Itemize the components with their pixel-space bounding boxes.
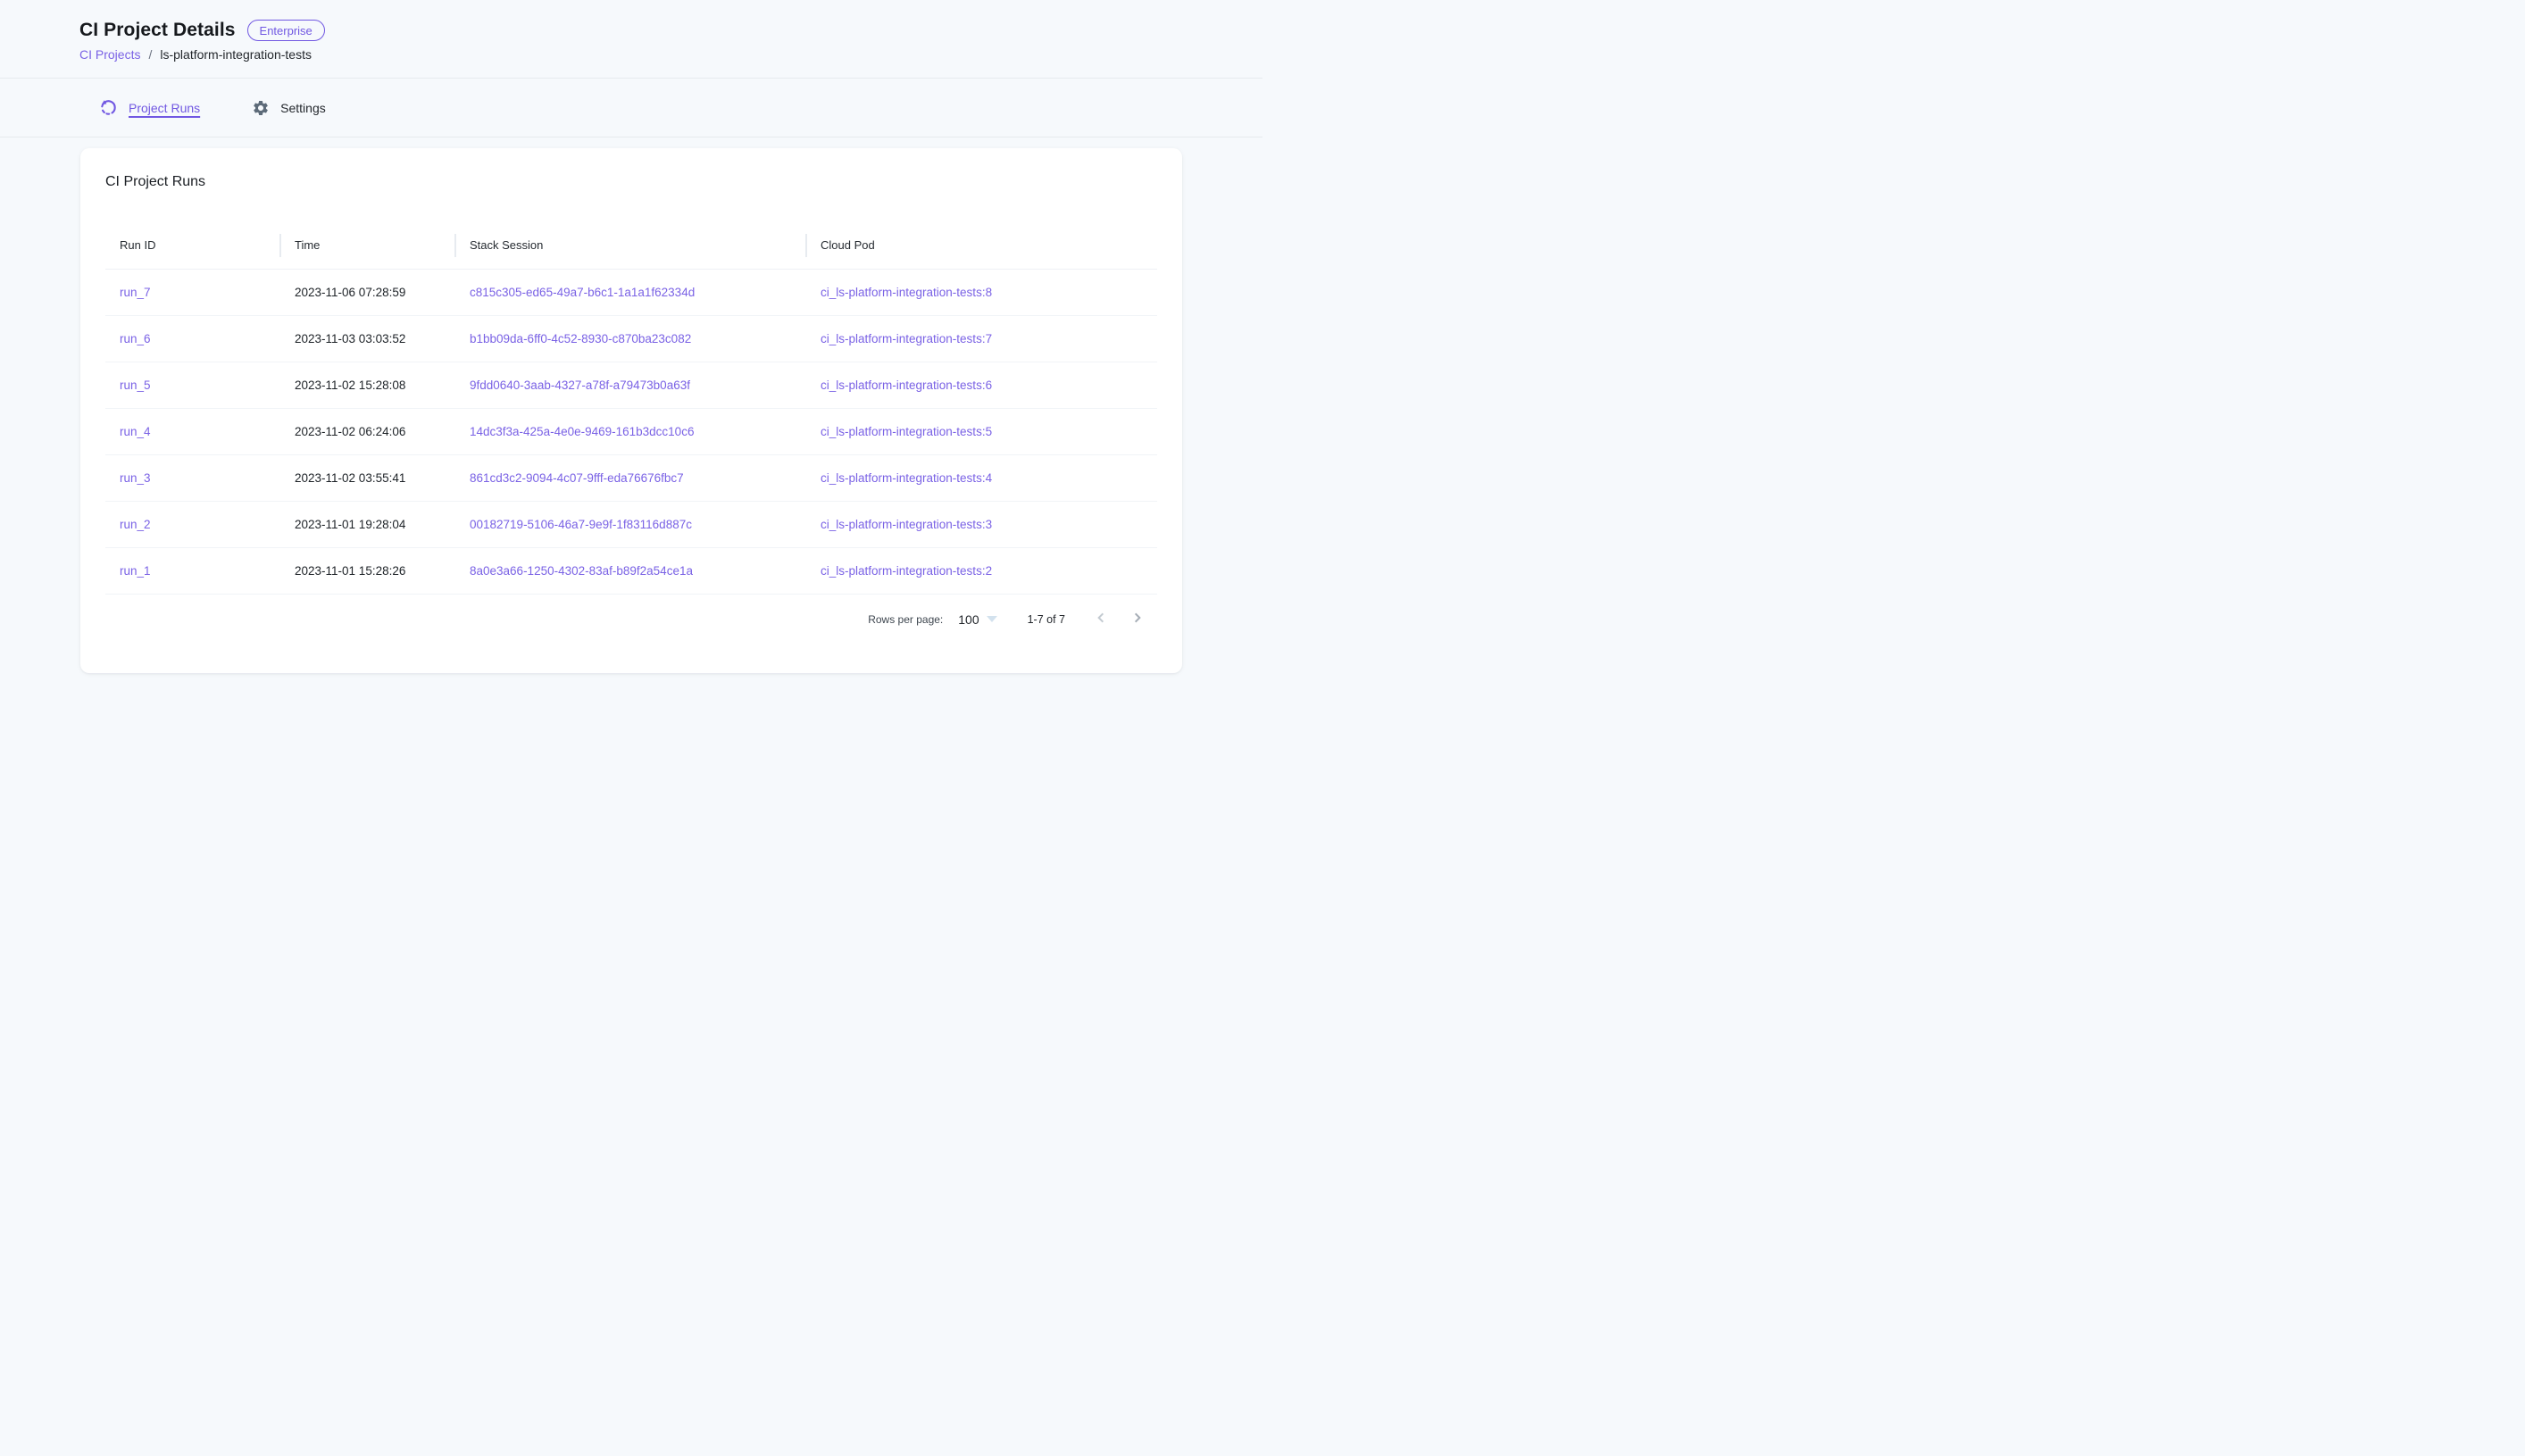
time-cell: 2023-11-02 03:55:41 — [280, 454, 455, 501]
stack-session-link[interactable]: b1bb09da-6ff0-4c52-8930-c870ba23c082 — [470, 332, 691, 345]
stack-session-link[interactable]: 9fdd0640-3aab-4327-a78f-a79473b0a63f — [470, 379, 690, 392]
stack-session-link[interactable]: 8a0e3a66-1250-4302-83af-b89f2a54ce1a — [470, 564, 693, 578]
cloud-pod-link[interactable]: ci_ls-platform-integration-tests:2 — [821, 564, 992, 578]
time-cell: 2023-11-01 19:28:04 — [280, 501, 455, 547]
cloud-pod-link[interactable]: ci_ls-platform-integration-tests:6 — [821, 379, 992, 392]
rows-per-page-value: 100 — [958, 612, 979, 627]
tab-settings-label: Settings — [280, 101, 326, 115]
run-id-link[interactable]: run_5 — [120, 379, 151, 392]
table-header-row: Run ID Time Stack Session Cloud Pod — [105, 222, 1157, 269]
breadcrumb: CI Projects / ls-platform-integration-te… — [79, 47, 1227, 62]
run-id-link[interactable]: run_6 — [120, 332, 151, 345]
tab-settings[interactable]: Settings — [252, 99, 326, 117]
column-header-stack-session: Stack Session — [455, 222, 806, 269]
table-row: run_3 2023-11-02 03:55:41 861cd3c2-9094-… — [105, 454, 1157, 501]
time-cell: 2023-11-06 07:28:59 — [280, 269, 455, 315]
pagination-range: 1-7 of 7 — [1028, 613, 1065, 626]
prev-page-button[interactable] — [1085, 603, 1117, 636]
stack-session-link[interactable]: 861cd3c2-9094-4c07-9fff-eda76676fbc7 — [470, 471, 684, 485]
table-row: run_1 2023-11-01 15:28:26 8a0e3a66-1250-… — [105, 547, 1157, 594]
cloud-pod-link[interactable]: ci_ls-platform-integration-tests:4 — [821, 471, 992, 485]
run-id-link[interactable]: run_2 — [120, 518, 151, 531]
chevron-left-icon — [1092, 609, 1110, 629]
cloud-pod-link[interactable]: ci_ls-platform-integration-tests:3 — [821, 518, 992, 531]
main-content: CI Project Runs Run ID Time Stack Sessio… — [0, 137, 1262, 709]
table-row: run_4 2023-11-02 06:24:06 14dc3f3a-425a-… — [105, 408, 1157, 454]
stack-session-link[interactable]: 14dc3f3a-425a-4e0e-9469-161b3dcc10c6 — [470, 425, 694, 438]
runs-table: Run ID Time Stack Session Cloud Pod run_… — [105, 222, 1157, 595]
breadcrumb-separator: / — [148, 47, 152, 62]
cloud-pod-link[interactable]: ci_ls-platform-integration-tests:8 — [821, 286, 992, 299]
caret-down-icon — [987, 616, 997, 622]
column-header-cloud-pod: Cloud Pod — [806, 222, 1157, 269]
table-row: run_7 2023-11-06 07:28:59 c815c305-ed65-… — [105, 269, 1157, 315]
rows-per-page-select[interactable]: 100 — [958, 612, 996, 627]
chevron-right-icon — [1129, 609, 1146, 629]
tab-project-runs-label: Project Runs — [129, 101, 200, 115]
time-cell: 2023-11-02 06:24:06 — [280, 408, 455, 454]
run-id-link[interactable]: run_7 — [120, 286, 151, 299]
pagination-toolbar: Rows per page: 100 1-7 of 7 — [105, 596, 1157, 643]
stack-session-link[interactable]: c815c305-ed65-49a7-b6c1-1a1a1f62334d — [470, 286, 695, 299]
column-header-run-id: Run ID — [105, 222, 280, 269]
table-row: run_6 2023-11-03 03:03:52 b1bb09da-6ff0-… — [105, 315, 1157, 362]
column-header-time: Time — [280, 222, 455, 269]
page-title: CI Project Details — [79, 20, 236, 41]
time-cell: 2023-11-03 03:03:52 — [280, 315, 455, 362]
cloud-pod-link[interactable]: ci_ls-platform-integration-tests:5 — [821, 425, 992, 438]
cloud-pod-link[interactable]: ci_ls-platform-integration-tests:7 — [821, 332, 992, 345]
time-cell: 2023-11-01 15:28:26 — [280, 547, 455, 594]
history-icon — [99, 98, 118, 117]
run-id-link[interactable]: run_3 — [120, 471, 151, 485]
tab-bar: Project Runs Settings — [0, 79, 1262, 137]
page-header: CI Project Details Enterprise CI Project… — [0, 0, 1262, 79]
ci-project-runs-card: CI Project Runs Run ID Time Stack Sessio… — [80, 148, 1182, 673]
run-id-link[interactable]: run_4 — [120, 425, 151, 438]
next-page-button[interactable] — [1121, 603, 1154, 636]
time-cell: 2023-11-02 15:28:08 — [280, 362, 455, 408]
enterprise-badge: Enterprise — [247, 20, 325, 41]
run-id-link[interactable]: run_1 — [120, 564, 151, 578]
stack-session-link[interactable]: 00182719-5106-46a7-9e9f-1f83116d887c — [470, 518, 692, 531]
rows-per-page-label: Rows per page: — [868, 613, 943, 626]
gear-icon — [252, 99, 270, 117]
breadcrumb-link-ci-projects[interactable]: CI Projects — [79, 47, 140, 62]
breadcrumb-current: ls-platform-integration-tests — [160, 47, 312, 62]
tab-project-runs[interactable]: Project Runs — [99, 98, 200, 117]
card-title: CI Project Runs — [105, 171, 1157, 193]
table-row: run_5 2023-11-02 15:28:08 9fdd0640-3aab-… — [105, 362, 1157, 408]
table-row: run_2 2023-11-01 19:28:04 00182719-5106-… — [105, 501, 1157, 547]
table-body: run_7 2023-11-06 07:28:59 c815c305-ed65-… — [105, 269, 1157, 594]
